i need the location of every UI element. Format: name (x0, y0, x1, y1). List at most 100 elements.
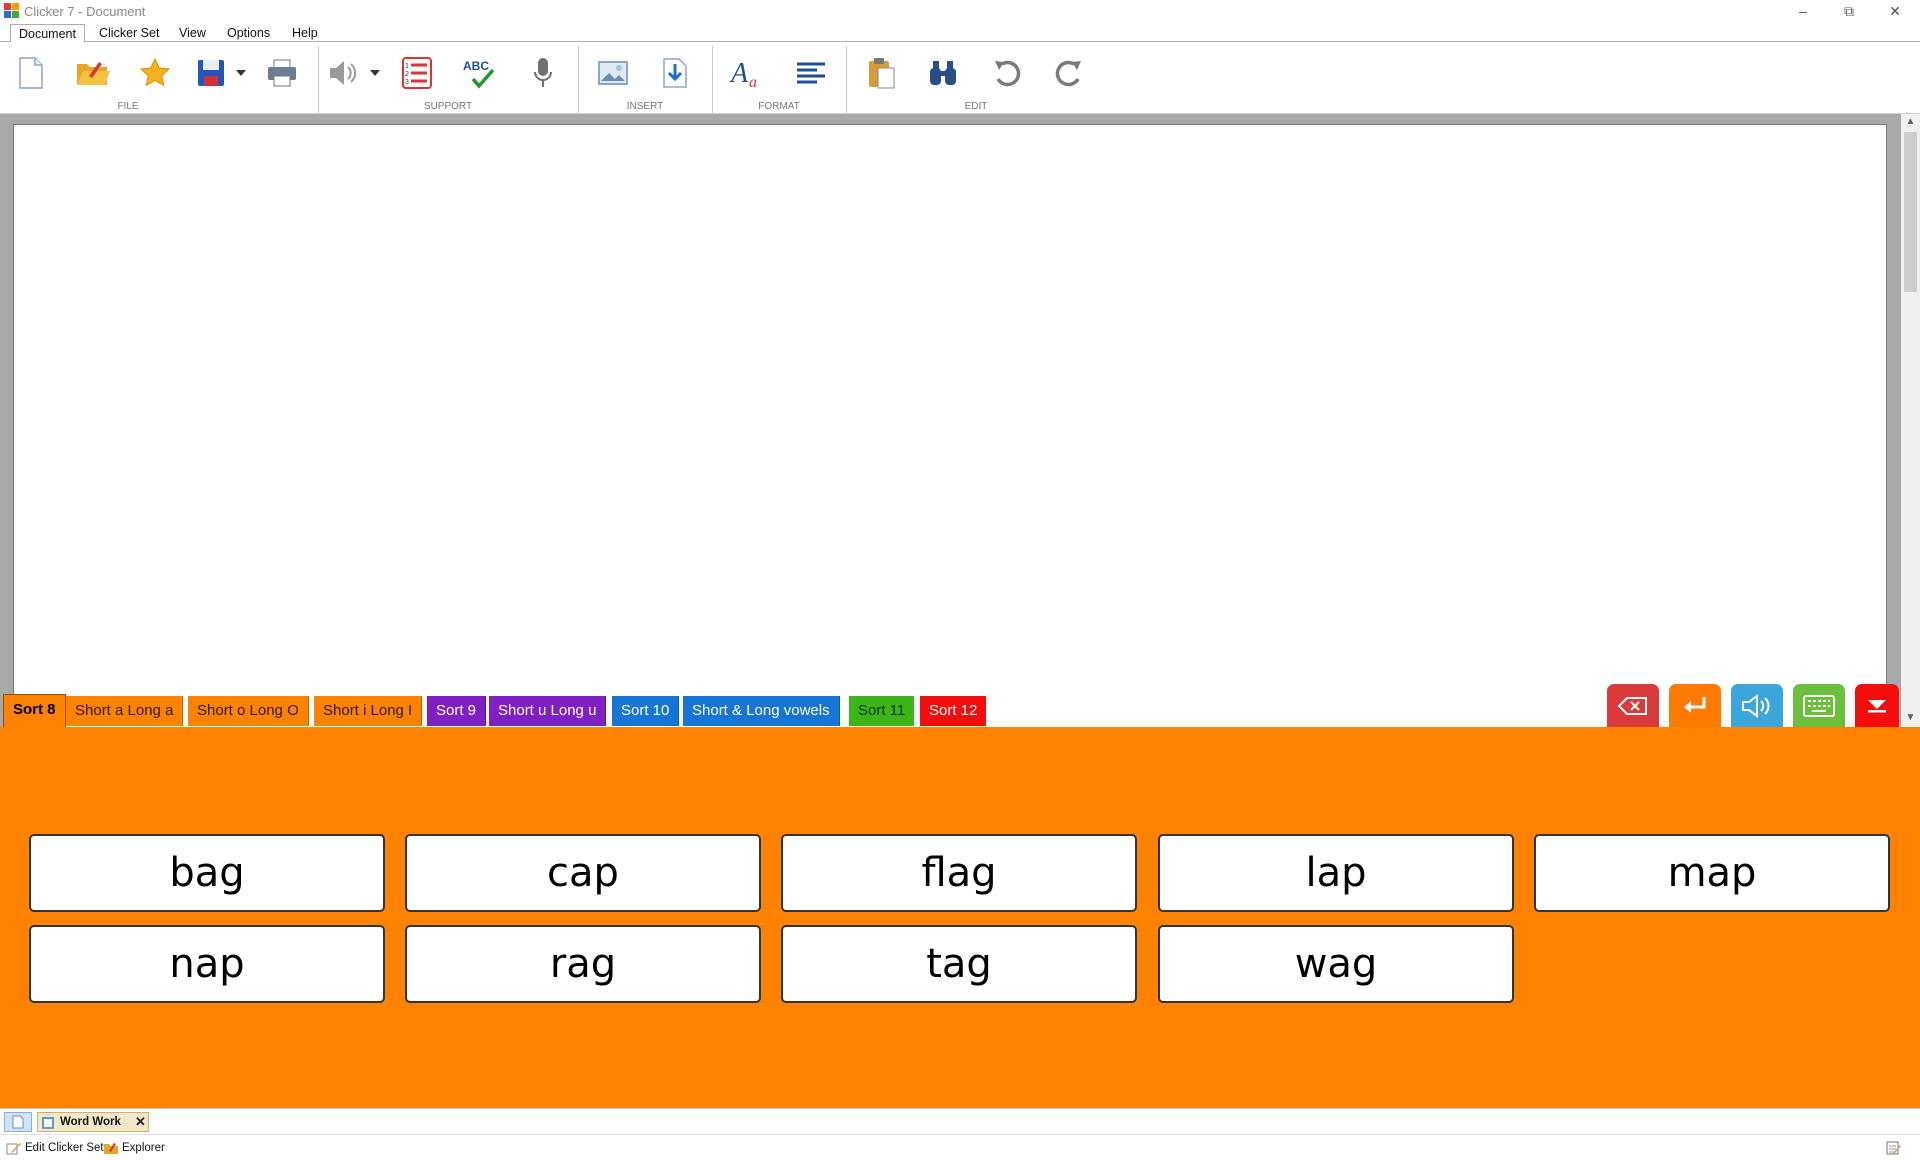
edit-clicker-set-label: Edit Clicker Set (25, 1142, 104, 1154)
toolbar-ribbon: FILE 123 ABC SUPPORT INSERT Aa FORMAT ED… (0, 42, 1920, 114)
edit-clicker-set-link[interactable]: Edit Clicker Set (6, 1140, 104, 1156)
svg-text:2: 2 (405, 71, 409, 78)
word-cell-rag[interactable]: rag (405, 925, 761, 1003)
word-cell-nap[interactable]: nap (29, 925, 385, 1003)
group-label-edit: EDIT (964, 101, 988, 112)
document-tab-bar: Word Work ✕ (0, 1108, 1920, 1134)
scroll-up-arrow-icon[interactable]: ▲ (1901, 116, 1920, 127)
redo-icon (1055, 60, 1081, 87)
word-cell-cap[interactable]: cap (405, 834, 761, 912)
tab-sort-9[interactable]: Sort 9 (427, 696, 487, 726)
tab-short-o-long-o[interactable]: Short o Long O (188, 696, 309, 726)
backspace-button[interactable] (1607, 684, 1659, 728)
microphone-icon (534, 58, 552, 87)
word-predictor-button[interactable]: 123 (398, 54, 436, 92)
tab-short-i-long-i[interactable]: Short i Long I (314, 696, 423, 726)
word-cell-bag[interactable]: bag (29, 834, 385, 912)
binoculars-icon (930, 61, 956, 85)
status-bar: Edit Clicker Set Explorer (0, 1134, 1920, 1160)
edit-notes-icon[interactable] (1886, 1140, 1902, 1156)
undo-icon (995, 60, 1021, 87)
scrollbar-thumb[interactable] (1904, 132, 1917, 292)
dropdown-arrow-icon (236, 70, 246, 76)
close-window-button[interactable]: ✕ (1872, 0, 1918, 24)
backspace-icon (1618, 697, 1647, 715)
tab-sort-10[interactable]: Sort 10 (612, 696, 680, 726)
insert-document-icon (663, 58, 687, 88)
document-view-button[interactable] (4, 1112, 32, 1132)
insert-picture-button[interactable] (594, 54, 632, 92)
font-icon: Aa (729, 58, 757, 90)
record-voice-button[interactable] (524, 54, 562, 92)
menu-options[interactable]: Options (227, 26, 270, 42)
speaker-icon (330, 61, 357, 85)
word-cell-lap[interactable]: lap (1158, 834, 1514, 912)
paste-button[interactable] (862, 54, 900, 92)
menu-help[interactable]: Help (292, 26, 318, 42)
open-button[interactable] (74, 54, 112, 92)
set-tab-word-work[interactable]: Word Work ✕ (37, 1112, 149, 1132)
menu-bar: Document Clicker Set View Options Help (0, 24, 1920, 43)
open-folder-icon (77, 62, 110, 85)
undo-button[interactable] (988, 54, 1026, 92)
group-label-insert: INSERT (626, 101, 664, 112)
tab-sort-12[interactable]: Sort 12 (920, 696, 987, 726)
save-button[interactable] (192, 54, 230, 92)
speech-button[interactable] (324, 54, 362, 92)
document-frame (0, 114, 1920, 728)
restore-button[interactable]: ⧉ (1826, 0, 1872, 24)
save-dropdown-button[interactable] (230, 54, 252, 92)
set-tab-label: Word Work (60, 1116, 121, 1128)
group-label-format: FORMAT (758, 101, 800, 112)
picture-icon (598, 61, 628, 85)
font-button[interactable]: Aa (728, 54, 766, 92)
menu-clicker-set[interactable]: Clicker Set (99, 26, 159, 42)
tab-short-u-long-u[interactable]: Short u Long u (489, 696, 607, 726)
explorer-folder-icon (104, 1143, 118, 1154)
spell-check-button[interactable]: ABC (460, 54, 498, 92)
speak-icon (1742, 694, 1770, 718)
edit-pencil-icon (6, 1143, 21, 1155)
explorer-label: Explorer (122, 1142, 165, 1154)
ribbon-separator (712, 46, 713, 114)
clicker-grid: bag cap flag lap map nap rag tag wag (0, 727, 1920, 1108)
document-page[interactable] (13, 124, 1887, 728)
tab-short-long-vowels[interactable]: Short & Long vowels (683, 696, 840, 726)
explorer-link[interactable]: Explorer (103, 1140, 165, 1156)
enter-button[interactable] (1669, 684, 1721, 728)
favorites-button[interactable] (136, 54, 174, 92)
align-button[interactable] (792, 54, 830, 92)
print-button[interactable] (263, 54, 301, 92)
close-tab-icon[interactable]: ✕ (135, 1114, 146, 1130)
insert-file-button[interactable] (656, 54, 694, 92)
minimize-button[interactable]: – (1780, 0, 1826, 24)
tab-short-a-long-a[interactable]: Short a Long a (66, 696, 184, 726)
collapse-icon (1868, 700, 1886, 713)
svg-text:a: a (749, 74, 757, 90)
title-bar: Clicker 7 - Document – ⧉ ✕ (0, 0, 1920, 24)
collapse-grid-button[interactable] (1855, 684, 1899, 728)
menu-view[interactable]: View (179, 26, 206, 42)
speech-dropdown-button[interactable] (364, 54, 386, 92)
keyboard-button[interactable] (1793, 684, 1845, 728)
tab-sort-8[interactable]: Sort 8 (3, 694, 66, 728)
tab-sort-11[interactable]: Sort 11 (849, 696, 915, 726)
clipboard-icon (869, 58, 895, 89)
save-icon (198, 60, 224, 86)
word-cell-tag[interactable]: tag (781, 925, 1137, 1003)
vertical-scrollbar[interactable]: ▲ ▼ (1901, 114, 1920, 728)
ribbon-separator (578, 46, 579, 114)
ribbon-separator (318, 46, 319, 114)
group-label-file: FILE (117, 101, 139, 112)
redo-button[interactable] (1050, 54, 1088, 92)
enter-icon (1684, 697, 1706, 713)
speak-button[interactable] (1731, 684, 1783, 728)
find-button[interactable] (924, 54, 962, 92)
new-document-button[interactable] (12, 54, 50, 92)
word-cell-map[interactable]: map (1534, 834, 1890, 912)
word-cell-flag[interactable]: flag (781, 834, 1137, 912)
word-cell-wag[interactable]: wag (1158, 925, 1514, 1003)
scroll-down-arrow-icon[interactable]: ▼ (1901, 712, 1920, 723)
menu-document[interactable]: Document (10, 24, 85, 43)
page-icon (12, 1115, 24, 1129)
